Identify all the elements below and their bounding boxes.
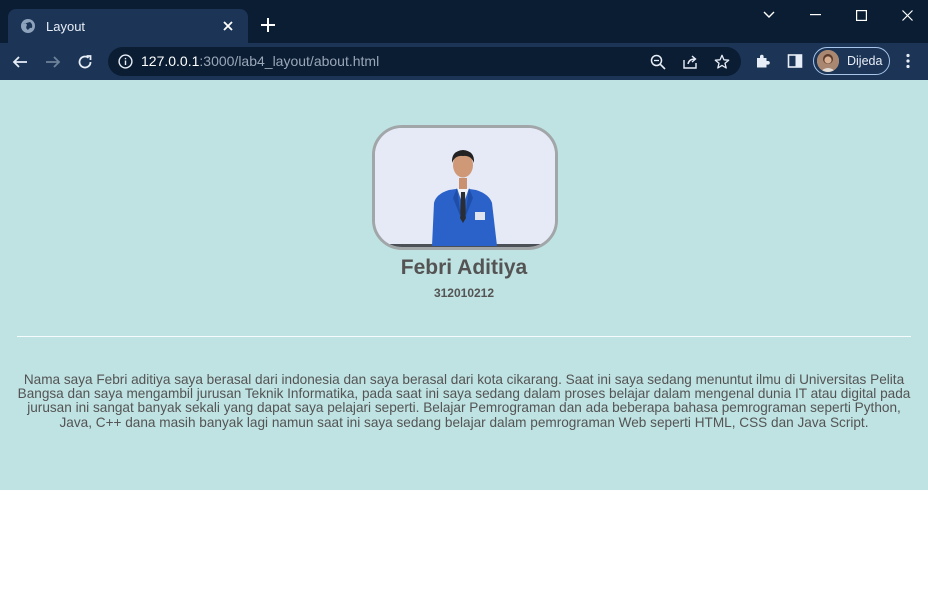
back-arrow-icon <box>12 56 27 68</box>
extensions-icon[interactable] <box>753 51 773 71</box>
tab-search-button[interactable] <box>746 0 792 30</box>
profile-name-heading: Febri Aditiya <box>400 256 528 279</box>
chevron-down-icon <box>763 11 775 18</box>
minimize-button[interactable] <box>792 0 838 30</box>
star-icon[interactable] <box>712 52 732 72</box>
address-bar[interactable]: 127.0.0.1:3000/lab4_layout/about.html <box>108 47 741 76</box>
zoom-icon[interactable] <box>648 52 668 72</box>
globe-icon <box>20 18 36 34</box>
site-info-icon[interactable] <box>117 53 134 70</box>
browser-toolbar: 127.0.0.1:3000/lab4_layout/about.html Di… <box>0 43 928 80</box>
profile-button[interactable]: Dijeda <box>813 47 890 75</box>
divider <box>17 336 911 337</box>
profile-photo <box>372 125 558 250</box>
share-icon[interactable] <box>680 52 700 72</box>
avatar <box>817 50 839 72</box>
reload-icon <box>78 55 92 69</box>
new-tab-button[interactable] <box>256 13 280 37</box>
back-button[interactable] <box>7 49 33 75</box>
forward-button[interactable] <box>40 49 66 75</box>
close-icon <box>901 9 913 21</box>
about-paragraph: Nama saya Febri aditiya saya berasal dar… <box>17 372 911 430</box>
url-host: 127.0.0.1 <box>141 53 200 69</box>
minimize-icon <box>809 14 821 16</box>
more-menu-icon[interactable] <box>898 51 918 71</box>
close-icon[interactable] <box>220 18 236 34</box>
reload-button[interactable] <box>72 49 98 75</box>
profile-name: Dijeda <box>847 54 883 68</box>
browser-titlebar: Layout <box>0 0 928 43</box>
profile-photo-image <box>375 128 555 247</box>
tab-title: Layout <box>46 18 86 34</box>
forward-arrow-icon <box>46 56 61 68</box>
side-panel-icon[interactable] <box>785 51 805 71</box>
url-text[interactable]: 127.0.0.1:3000/lab4_layout/about.html <box>141 53 379 70</box>
url-path: :3000/lab4_layout/about.html <box>199 53 380 69</box>
browser-tab[interactable]: Layout <box>8 9 248 43</box>
student-id: 312010212 <box>433 286 495 300</box>
maximize-button[interactable] <box>838 0 884 30</box>
about-section: Febri Aditiya 312010212 Nama saya Febri … <box>0 80 928 490</box>
close-window-button[interactable] <box>884 0 928 30</box>
maximize-icon <box>855 9 867 21</box>
